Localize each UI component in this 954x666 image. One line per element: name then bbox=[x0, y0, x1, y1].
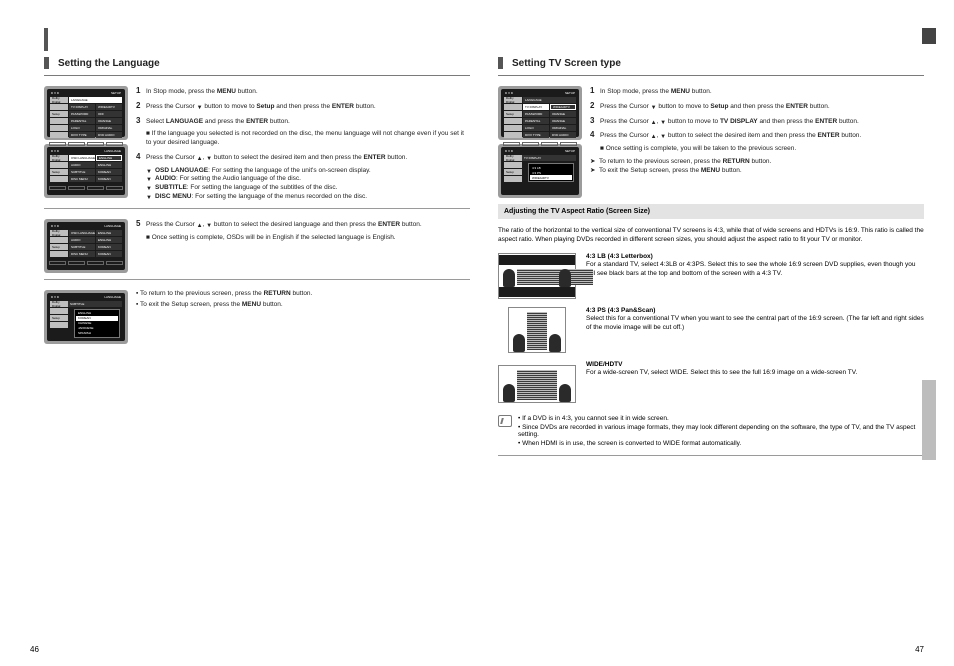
page-number-left: 46 bbox=[30, 645, 39, 654]
bullet-icon bbox=[146, 169, 152, 175]
left-column: Setting the Language D V DSETUP Dolby Di… bbox=[44, 58, 470, 466]
page-number-right: 47 bbox=[915, 645, 924, 654]
bullet-icon bbox=[146, 177, 152, 183]
tv-group-r: D V DSETUP Dolby DigitalLANGUAGETV DISPL… bbox=[498, 86, 582, 198]
exit-hints: ▪ To return to the previous screen, pres… bbox=[136, 290, 470, 344]
tv-screen-setup-r: D V DSETUP Dolby DigitalLANGUAGETV DISPL… bbox=[498, 86, 582, 140]
right-heading: Setting TV Screen type bbox=[498, 58, 924, 76]
tab-marker-side bbox=[922, 380, 936, 460]
tv-screen-language: D V DLANGUAGE Dolby DigitalOSD LANGUAGEE… bbox=[44, 144, 128, 198]
note-row: • If a DVD is in 4:3, you cannot see it … bbox=[498, 415, 924, 449]
section-marker bbox=[44, 28, 48, 51]
bullet-icon bbox=[146, 186, 152, 192]
steps-a: 1In Stop mode, press the MENU button. 2P… bbox=[136, 86, 470, 202]
tv-screen-dd-r: D V DSETUP Dolby DigitalSetup TV DISPLAY… bbox=[498, 144, 582, 198]
ratio-band-sub: The ratio of the horizontal to the verti… bbox=[498, 227, 924, 245]
tv-title-left: D V D bbox=[51, 91, 59, 95]
left-heading: Setting the Language bbox=[44, 58, 470, 76]
right-column: Setting TV Screen type D V DSETUP Dolby … bbox=[498, 58, 924, 466]
tv-screen-language-2: D V DLANGUAGE Dolby DigitalOSD LANGUAGEE… bbox=[44, 219, 128, 273]
tv-group-a: D V DSETUP Dolby DigitalLANGUAGETV DISPL… bbox=[44, 86, 128, 202]
tv-screen-setup: D V DSETUP Dolby DigitalLANGUAGETV DISPL… bbox=[44, 86, 128, 140]
tv-title-right: SETUP bbox=[111, 91, 121, 95]
bullet-icon bbox=[146, 195, 152, 201]
steps-b: 5Press the Cursor , button to select the… bbox=[136, 219, 470, 273]
steps-r: 1In Stop mode, press the MENU button. 2P… bbox=[590, 86, 924, 198]
ratio-band-title: Adjusting the TV Aspect Ratio (Screen Si… bbox=[498, 204, 924, 219]
note-icon bbox=[498, 415, 512, 427]
tv-screen-dropdown: D V DLANGUAGE Dolby DigitalSetup SUBTITL… bbox=[44, 290, 128, 344]
tab-marker-top bbox=[922, 28, 936, 44]
